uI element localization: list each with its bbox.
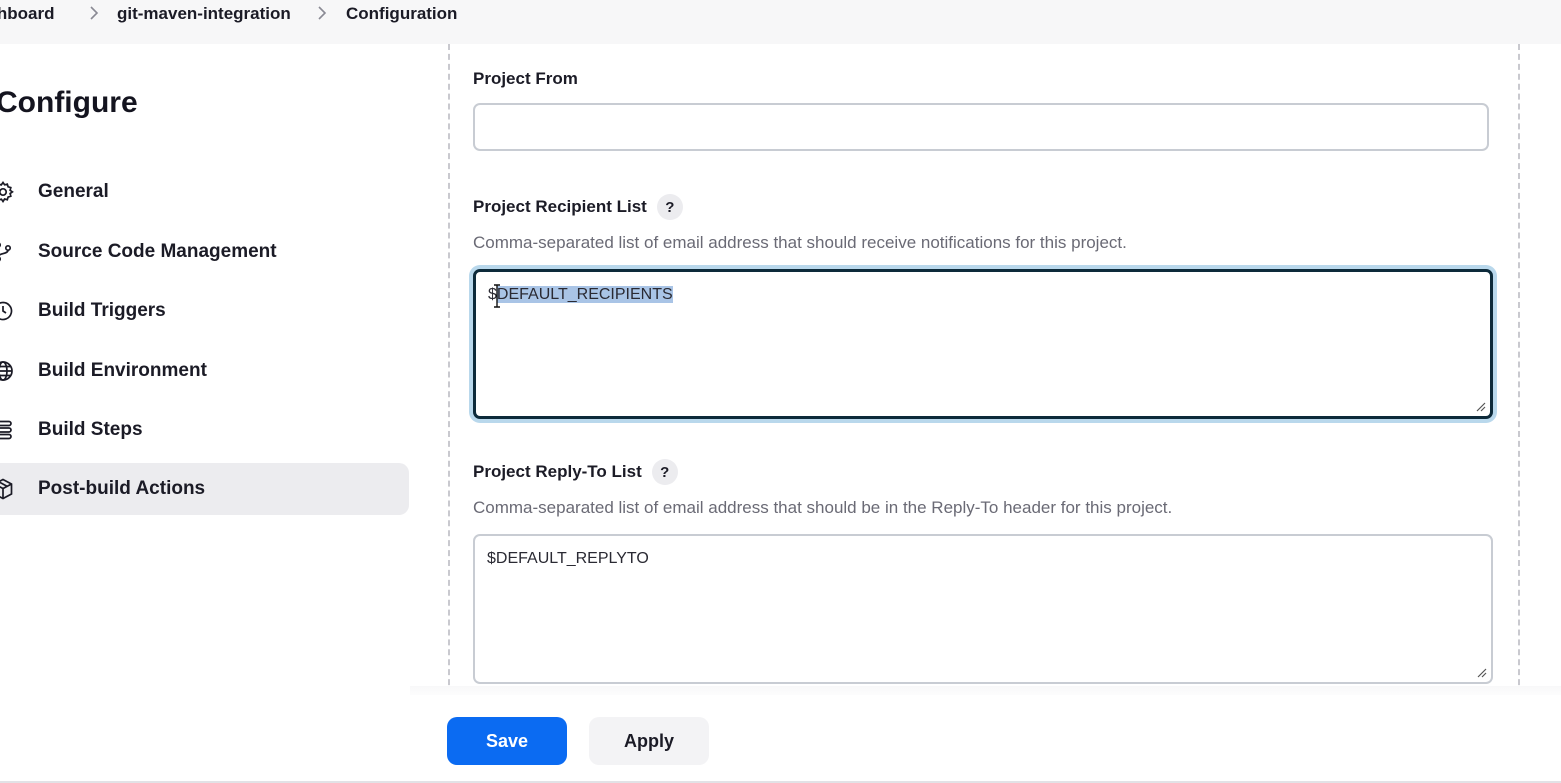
branch-icon — [0, 239, 16, 265]
recipient-list-selected-value: DEFAULT_RECIPIENTS — [496, 286, 673, 303]
clock-icon — [0, 298, 16, 324]
reply-to-list-label: Project Reply-To List ? — [473, 459, 678, 485]
breadcrumb-project[interactable]: git-maven-integration — [117, 4, 291, 24]
resize-grip-icon[interactable] — [1474, 400, 1486, 412]
sidebar-item-build-steps[interactable]: Build Steps — [0, 404, 409, 456]
reply-to-list-value: $DEFAULT_REPLYTO — [487, 550, 649, 567]
sidebar-item-label: Build Triggers — [38, 300, 166, 321]
sidebar-item-label: Build Steps — [38, 419, 143, 440]
project-from-input[interactable] — [473, 103, 1489, 151]
reply-to-list-textarea[interactable]: $DEFAULT_REPLYTO — [473, 534, 1493, 684]
config-section: Project From Project Recipient List ? Co… — [448, 44, 1520, 695]
recipient-list-description: Comma-separated list of email address th… — [473, 233, 1127, 252]
globe-icon — [0, 358, 16, 384]
project-from-label: Project From — [473, 69, 578, 88]
save-button[interactable]: Save — [447, 717, 567, 765]
package-icon — [0, 476, 16, 502]
recipient-list-label: Project Recipient List ? — [473, 194, 683, 220]
reply-to-list-description: Comma-separated list of email address th… — [473, 498, 1173, 517]
bottom-action-bar — [0, 695, 1561, 783]
sidebar-item-general[interactable]: General — [0, 166, 409, 218]
apply-button[interactable]: Apply — [589, 717, 709, 765]
sidebar-item-post-build-actions[interactable]: Post-build Actions — [0, 463, 409, 515]
recipient-list-textarea[interactable]: $ DEFAULT_RECIPIENTS — [473, 269, 1493, 419]
breadcrumb: ashboard git-maven-integration Configura… — [0, 0, 1561, 44]
sidebar-item-label: General — [38, 181, 109, 202]
sidebar-item-label: Post-build Actions — [38, 478, 206, 499]
page-title: Configure — [0, 86, 138, 119]
breadcrumb-configuration[interactable]: Configuration — [346, 4, 457, 24]
sidebar-item-build-triggers[interactable]: Build Triggers — [0, 285, 409, 337]
reply-to-list-help-button[interactable]: ? — [651, 459, 678, 485]
chevron-right-icon — [80, 6, 108, 20]
sidebar-item-label: Source Code Management — [38, 241, 277, 262]
recipient-list-help-button[interactable]: ? — [656, 194, 683, 220]
chevron-right-icon — [308, 6, 336, 20]
sidebar-item-build-environment[interactable]: Build Environment — [0, 345, 409, 397]
sidebar-item-source-code-management[interactable]: Source Code Management — [0, 226, 409, 278]
list-icon — [0, 417, 16, 443]
sidebar-item-label: Build Environment — [38, 360, 207, 381]
resize-grip-icon[interactable] — [1475, 666, 1487, 678]
gear-icon — [0, 179, 16, 205]
breadcrumb-dashboard[interactable]: ashboard — [0, 4, 55, 24]
